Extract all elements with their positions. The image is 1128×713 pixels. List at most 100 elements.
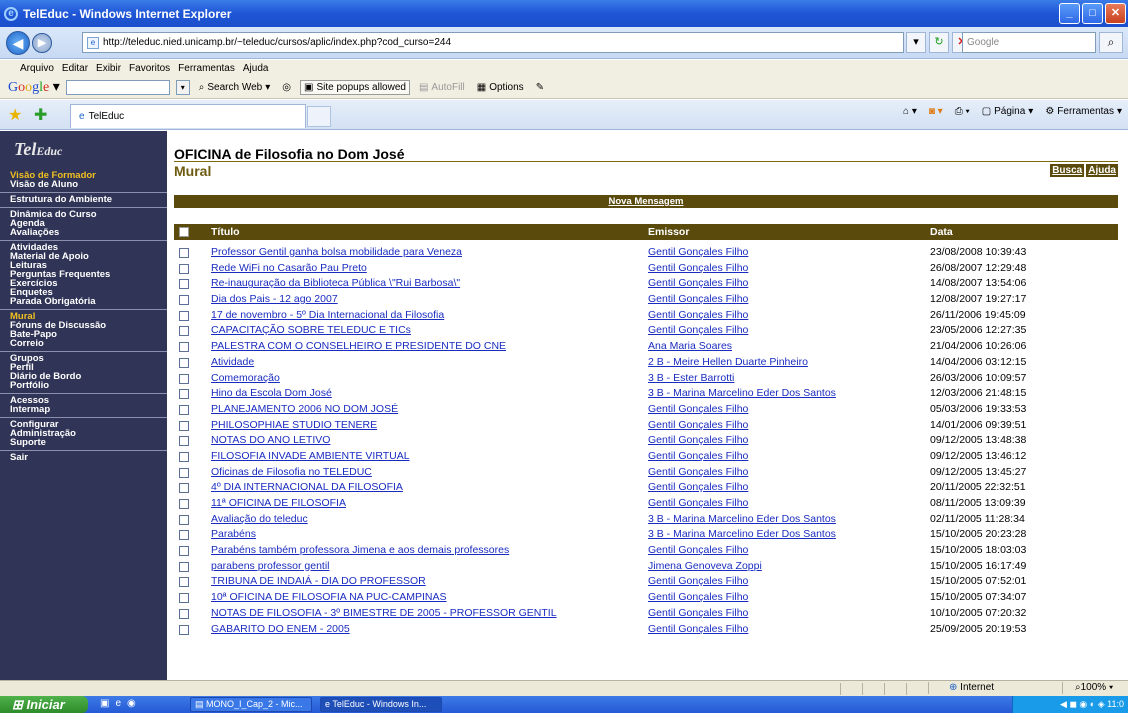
sidebar-item-intermap[interactable]: Intermap: [10, 405, 167, 415]
sidebar-item-estrutura[interactable]: Estrutura do Ambiente: [10, 195, 167, 205]
favorites-star-icon[interactable]: ★: [8, 105, 22, 125]
message-title-link[interactable]: Professor Gentil ganha bolsa mobilidade …: [211, 246, 462, 258]
menu-favoritos[interactable]: Favoritos: [129, 63, 170, 74]
row-checkbox[interactable]: [179, 467, 189, 478]
message-title-link[interactable]: NOTAS DO ANO LETIVO: [211, 434, 330, 446]
sender-link[interactable]: Gentil Gonçales Filho: [648, 246, 748, 258]
message-title-link[interactable]: Rede WiFi no Casarão Pau Preto: [211, 262, 367, 274]
sender-link[interactable]: 3 B - Marina Marcelino Eder Dos Santos: [648, 387, 836, 399]
google-logo[interactable]: Google ▾: [8, 79, 60, 96]
message-title-link[interactable]: TRIBUNA DE INDAIÁ - DIA DO PROFESSOR: [211, 575, 426, 587]
message-title-link[interactable]: 17 de novembro - 5º Dia Internacional da…: [211, 309, 444, 321]
message-title-link[interactable]: PLANEJAMENTO 2006 NO DOM JOSÉ: [211, 403, 398, 415]
row-checkbox[interactable]: [179, 404, 189, 415]
task-word[interactable]: ▤ MONO_I_Cap_2 - Mic...: [190, 697, 312, 712]
row-checkbox[interactable]: [179, 577, 189, 588]
sender-link[interactable]: Jimena Genoveva Zoppi: [648, 560, 762, 572]
sidebar-item-correio[interactable]: Correio: [10, 339, 167, 349]
row-checkbox[interactable]: [179, 357, 189, 368]
autofill-button[interactable]: ▤ AutoFill: [416, 81, 468, 94]
message-title-link[interactable]: parabens professor gentil: [211, 560, 330, 572]
row-checkbox[interactable]: [179, 546, 189, 557]
sidebar-item-suporte[interactable]: Suporte: [10, 438, 167, 448]
row-checkbox[interactable]: [179, 530, 189, 541]
nova-mensagem-link[interactable]: Nova Mensagem: [609, 196, 684, 207]
message-title-link[interactable]: 10ª OFICINA DE FILOSOFIA NA PUC-CAMPINAS: [211, 591, 447, 603]
sender-link[interactable]: Gentil Gonçales Filho: [648, 434, 748, 446]
print-icon[interactable]: ⎙ ▾: [955, 106, 970, 117]
back-button[interactable]: ◀: [6, 30, 30, 55]
address-dropdown-button[interactable]: ▾: [906, 32, 926, 53]
sender-link[interactable]: 3 B - Ester Barrotti: [648, 372, 734, 384]
row-checkbox[interactable]: [179, 342, 189, 353]
row-checkbox[interactable]: [179, 310, 189, 321]
forward-button[interactable]: ▶: [32, 32, 52, 53]
task-ie[interactable]: e TelEduc - Windows In...: [320, 697, 442, 712]
sender-link[interactable]: Gentil Gonçales Filho: [648, 324, 748, 336]
message-title-link[interactable]: FILOSOFIA INVADE AMBIENTE VIRTUAL: [211, 450, 410, 462]
row-checkbox[interactable]: [179, 514, 189, 525]
sender-link[interactable]: Gentil Gonçales Filho: [648, 607, 748, 619]
row-checkbox[interactable]: [179, 451, 189, 462]
message-title-link[interactable]: GABARITO DO ENEM - 2005: [211, 623, 350, 635]
google-dropdown[interactable]: ▾: [175, 80, 190, 95]
menu-arquivo[interactable]: Arquivo: [20, 63, 54, 74]
home-icon[interactable]: ⌂ ▾: [903, 106, 917, 117]
new-tab-button[interactable]: [307, 106, 331, 127]
sender-link[interactable]: Gentil Gonçales Filho: [648, 466, 748, 478]
menu-ajuda[interactable]: Ajuda: [243, 63, 269, 74]
ajuda-link[interactable]: Ajuda: [1086, 164, 1118, 177]
sender-link[interactable]: Gentil Gonçales Filho: [648, 403, 748, 415]
message-title-link[interactable]: PALESTRA COM O CONSELHEIRO E PRESIDENTE …: [211, 340, 506, 352]
message-title-link[interactable]: Oficinas de Filosofia no TELEDUC: [211, 466, 372, 478]
options-button[interactable]: ▦ Options: [474, 81, 527, 94]
sender-link[interactable]: Ana Maria Soares: [648, 340, 732, 352]
rss-icon[interactable]: ◙ ▾: [929, 106, 943, 117]
address-bar[interactable]: e http://teleduc.nied.unicamp.br/~teledu…: [82, 32, 904, 53]
message-title-link[interactable]: 11ª OFICINA DE FILOSOFIA: [211, 497, 346, 509]
sender-link[interactable]: Gentil Gonçales Filho: [648, 293, 748, 305]
row-checkbox[interactable]: [179, 295, 189, 306]
row-checkbox[interactable]: [179, 326, 189, 337]
sender-link[interactable]: Gentil Gonçales Filho: [648, 544, 748, 556]
message-title-link[interactable]: PHILOSOPHIAE STUDIO TENERE: [211, 419, 377, 431]
add-favorite-icon[interactable]: ✚: [34, 105, 47, 125]
page-menu[interactable]: ▢ Página ▾: [982, 106, 1034, 117]
message-title-link[interactable]: Parabéns: [211, 528, 256, 540]
sender-link[interactable]: Gentil Gonçales Filho: [648, 591, 748, 603]
sender-link[interactable]: 2 B - Meire Hellen Duarte Pinheiro: [648, 356, 808, 368]
zoom-indicator[interactable]: ⌕100% ▾: [1062, 682, 1128, 694]
quicklaunch-icon-1[interactable]: ▣: [100, 698, 109, 709]
sender-link[interactable]: Gentil Gonçales Filho: [648, 575, 748, 587]
tray-icons[interactable]: ◀ ◼ ◉ ◐ ◈: [1060, 699, 1107, 709]
pencil-icon[interactable]: ✎: [533, 81, 547, 94]
sidebar-item-visao-aluno[interactable]: Visão de Aluno: [10, 180, 167, 190]
row-checkbox[interactable]: [179, 624, 189, 635]
close-button[interactable]: ✕: [1105, 3, 1126, 24]
sender-link[interactable]: Gentil Gonçales Filho: [648, 309, 748, 321]
message-title-link[interactable]: Dia dos Pais - 12 ago 2007: [211, 293, 338, 305]
row-checkbox[interactable]: [179, 561, 189, 572]
row-checkbox[interactable]: [179, 248, 189, 258]
tools-menu[interactable]: ⚙ Ferramentas ▾: [1045, 106, 1122, 117]
message-title-link[interactable]: Hino da Escola Dom José: [211, 387, 332, 399]
quicklaunch-ie-icon[interactable]: e: [115, 698, 121, 709]
row-checkbox[interactable]: [179, 483, 189, 494]
message-title-link[interactable]: NOTAS DE FILOSOFIA - 3º BIMESTRE DE 2005…: [211, 607, 557, 619]
sidebar-item-portfolio[interactable]: Portfólio: [10, 381, 167, 391]
sender-link[interactable]: Gentil Gonçales Filho: [648, 623, 748, 635]
sender-link[interactable]: Gentil Gonçales Filho: [648, 450, 748, 462]
message-title-link[interactable]: Atividade: [211, 356, 254, 368]
google-search-input[interactable]: [65, 80, 170, 95]
search-input[interactable]: Google: [962, 32, 1096, 53]
maximize-button[interactable]: □: [1082, 3, 1103, 24]
row-checkbox[interactable]: [179, 373, 189, 384]
message-title-link[interactable]: CAPACITAÇÃO SOBRE TELEDUC E TICs: [211, 324, 411, 336]
row-checkbox[interactable]: [179, 279, 189, 290]
select-all-checkbox[interactable]: [179, 227, 189, 237]
row-checkbox[interactable]: [179, 608, 189, 619]
start-button[interactable]: ⊞ Iniciar: [0, 696, 88, 713]
sender-link[interactable]: 3 B - Marina Marcelino Eder Dos Santos: [648, 528, 836, 540]
sender-link[interactable]: Gentil Gonçales Filho: [648, 262, 748, 274]
message-title-link[interactable]: 4º DIA INTERNACIONAL DA FILOSOFIA: [211, 481, 403, 493]
